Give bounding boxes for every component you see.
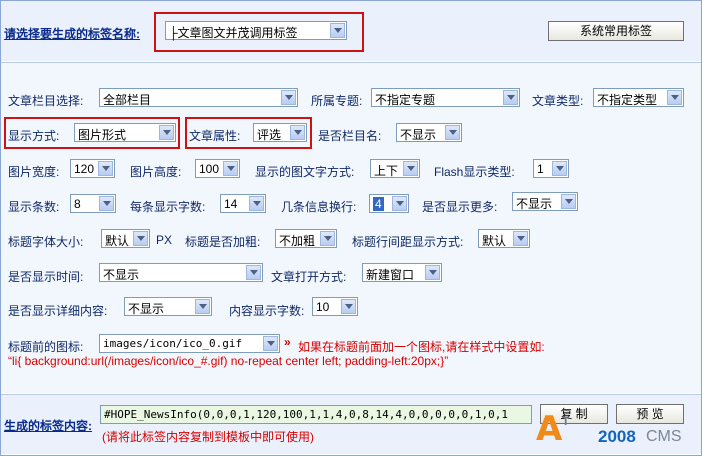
display-mode-select[interactable]: 图片形式 [74, 123, 176, 142]
image-text-mode-label: 显示的图文字方式: [255, 165, 355, 179]
wrap-count-select[interactable]: 4 [369, 194, 409, 213]
flash-type-label: Flash显示类型: [434, 165, 515, 179]
chevron-down-icon [513, 231, 528, 246]
type-select[interactable]: 不指定类型 [593, 88, 684, 107]
chevron-down-icon [392, 196, 407, 211]
px-unit: PX [156, 233, 173, 247]
chevron-down-icon [425, 265, 440, 280]
chevron-down-icon [503, 90, 518, 105]
flash-type-select[interactable]: 1 [533, 159, 569, 178]
show-column-label: 是否栏目名: [318, 129, 382, 143]
image-text-mode-select[interactable]: 上下 [370, 159, 420, 178]
display-count-select[interactable]: 8 [70, 194, 116, 213]
chevron-down-icon [290, 125, 305, 140]
article-attr-label: 文章属性: [189, 129, 241, 143]
title-icon-label: 标题前的图标: [8, 340, 84, 354]
tag-name-label: 请选择要生成的标签名称: [4, 27, 140, 41]
common-tags-button[interactable]: 系统常用标签 [548, 21, 684, 41]
show-detail-select[interactable]: 不显示 [124, 297, 212, 316]
chevron-down-icon [320, 231, 335, 246]
chevron-down-icon [552, 161, 567, 176]
open-mode-label: 文章打开方式: [271, 270, 347, 284]
divider-bottom [1, 394, 701, 395]
image-width-label: 图片宽度: [8, 165, 60, 179]
chevron-down-icon [159, 125, 174, 140]
article-attr-select[interactable]: 评选 [253, 123, 307, 142]
tag-name-select[interactable]: ├文章图文并茂调用标签 [165, 21, 347, 40]
title-fontsize-label: 标题字体大小: [8, 235, 84, 249]
icon-hint-text: 如果在标题前面加一个图标,请在样式中设置如: [298, 340, 545, 354]
show-detail-label: 是否显示详细内容: [8, 304, 108, 318]
double-arrow-icon: » [284, 335, 291, 349]
generated-tag-input[interactable]: #HOPE_NewsInfo(0,0,0,1,120,100,1,1,4,0,8… [100, 405, 532, 424]
watermark-logo: A T 2008 CMS [536, 409, 682, 449]
chars-per-item-label: 每条显示字数: [130, 200, 206, 214]
content-chars-select[interactable]: 10 [312, 297, 358, 316]
topic-select[interactable]: 不指定专题 [371, 88, 520, 107]
display-count-label: 显示条数: [8, 200, 60, 214]
chevron-down-icon [99, 196, 114, 211]
chevron-down-icon [195, 299, 210, 314]
chevron-down-icon [263, 336, 278, 351]
chevron-down-icon [98, 161, 113, 176]
display-mode-label: 显示方式: [8, 129, 60, 143]
chevron-down-icon [341, 299, 356, 314]
icon-hint-css: “li{ background:url(/images/icon/ico_#.g… [8, 354, 449, 368]
topic-label: 所属专题: [311, 94, 363, 108]
show-time-select[interactable]: 不显示 [99, 263, 263, 282]
chevron-down-icon [133, 231, 148, 246]
column-label: 文章栏目选择: [8, 94, 84, 108]
chevron-down-icon [281, 90, 296, 105]
chevron-down-icon [223, 161, 238, 176]
divider-top [1, 62, 701, 63]
image-height-select[interactable]: 100 [195, 159, 240, 178]
show-more-select[interactable]: 不显示 [512, 192, 578, 211]
chevron-down-icon [667, 90, 682, 105]
title-fontsize-select[interactable]: 默认 [101, 229, 150, 248]
column-select[interactable]: 全部栏目 [99, 88, 298, 107]
copy-note: (请将此标签内容复制到模板中即可使用) [102, 430, 314, 444]
image-width-select[interactable]: 120 [70, 159, 115, 178]
chevron-down-icon [445, 125, 460, 140]
generated-tag-label: 生成的标签内容: [4, 419, 92, 433]
chevron-down-icon [246, 265, 261, 280]
chars-per-item-select[interactable]: 14 [220, 194, 266, 213]
title-bold-label: 标题是否加粗: [185, 235, 261, 249]
show-time-label: 是否显示时间: [8, 270, 84, 284]
open-mode-select[interactable]: 新建窗口 [362, 263, 442, 282]
show-more-label: 是否显示更多: [422, 200, 498, 214]
title-icon-select[interactable]: images/icon/ico_0.gif [99, 334, 280, 353]
chevron-down-icon [330, 23, 345, 38]
wrap-count-label: 几条信息换行: [281, 200, 357, 214]
chevron-down-icon [561, 194, 576, 209]
line-spacing-select[interactable]: 默认 [478, 229, 530, 248]
show-column-select[interactable]: 不显示 [396, 123, 462, 142]
type-label: 文章类型: [532, 94, 584, 108]
title-bold-select[interactable]: 不加粗 [275, 229, 337, 248]
content-chars-label: 内容显示字数: [229, 304, 305, 318]
chevron-down-icon [403, 161, 418, 176]
chevron-down-icon [249, 196, 264, 211]
image-height-label: 图片高度: [130, 165, 182, 179]
line-spacing-label: 标题行间距显示方式: [352, 235, 464, 249]
